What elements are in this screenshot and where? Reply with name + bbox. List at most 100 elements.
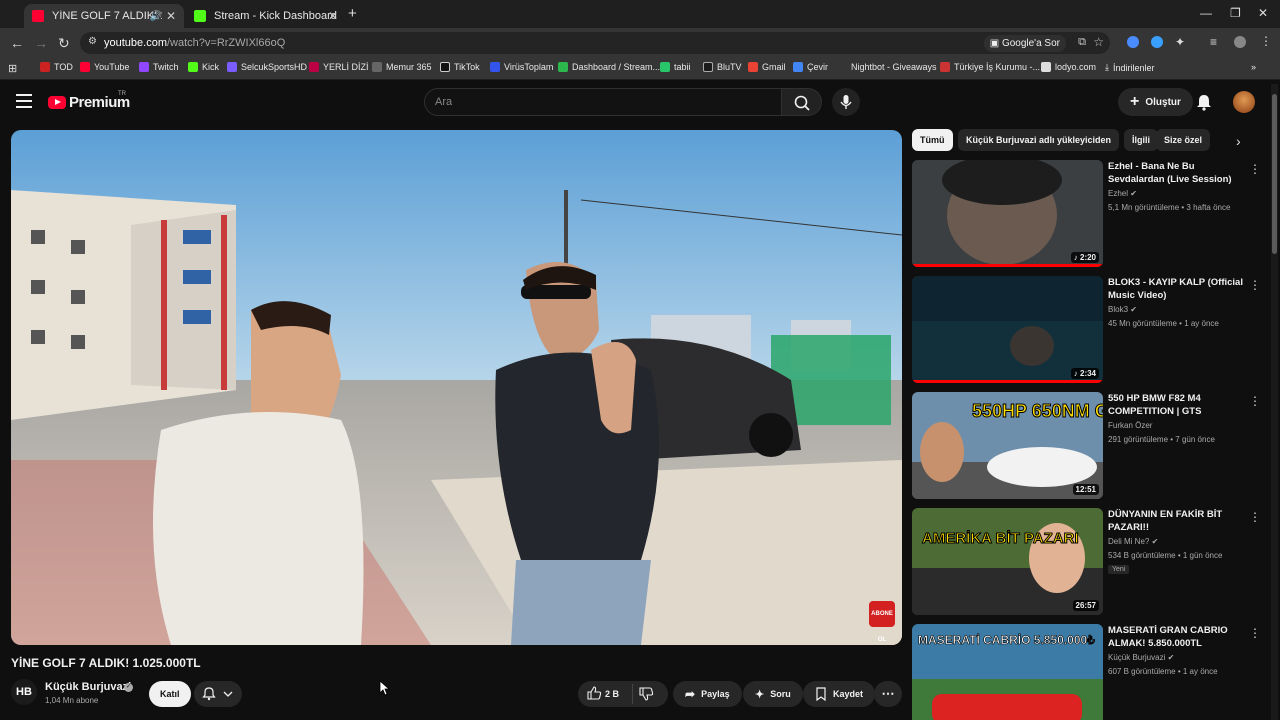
video-title[interactable]: DÜNYANIN EN FAKİR BİT PAZARI!!: [1108, 508, 1244, 534]
bookmark-item[interactable]: BluTV: [703, 62, 742, 72]
extensions-puzzle-icon[interactable]: ✦: [1175, 35, 1185, 49]
video-title[interactable]: Ezhel - Bana Ne Bu Sevdalardan (Live Ses…: [1108, 160, 1244, 186]
bookmark-item[interactable]: Çevir: [793, 62, 828, 72]
more-options-icon[interactable]: ⋮: [1249, 510, 1261, 524]
bookmark-item[interactable]: TikTok: [440, 62, 480, 72]
chip-for-you[interactable]: Size özel: [1156, 129, 1211, 151]
create-button[interactable]: + Oluştur: [1118, 88, 1193, 116]
video-title[interactable]: BLOK3 - KAYIP KALP (Official Music Video…: [1108, 276, 1244, 302]
search-input[interactable]: Ara: [424, 88, 782, 116]
bookmark-star-icon[interactable]: ☆: [1093, 35, 1104, 49]
bookmark-item[interactable]: TOD: [40, 62, 73, 72]
more-options-icon[interactable]: ⋮: [1249, 394, 1261, 408]
close-window-icon[interactable]: ✕: [1258, 6, 1268, 20]
save-button[interactable]: Kaydet: [803, 681, 876, 707]
minimize-icon[interactable]: —: [1200, 6, 1212, 20]
channel-name[interactable]: Ezhel ✔: [1108, 189, 1137, 198]
notifications-bell-icon[interactable]: [1194, 92, 1214, 112]
google-ask-button[interactable]: ▣ Google'a Sor: [983, 35, 1066, 52]
menu-icon[interactable]: [16, 94, 32, 112]
browser-tab-youtube[interactable]: YİNE GOLF 7 ALDIK! 1.025.0... 🔊 ✕: [24, 4, 184, 28]
extension-icon[interactable]: [1151, 36, 1163, 48]
apps-grid-icon[interactable]: ⊞: [8, 62, 17, 75]
chip-all[interactable]: Tümü: [912, 129, 953, 151]
subscribe-watermark[interactable]: ABONE OL: [869, 601, 895, 643]
scrollbar-thumb[interactable]: [1272, 94, 1277, 254]
speaker-icon[interactable]: 🔊: [150, 11, 162, 22]
more-options-icon[interactable]: ⋮: [1249, 278, 1261, 292]
video-player[interactable]: ABONE OL: [11, 130, 902, 645]
bookmark-item[interactable]: ⤓ İndirilenler: [1105, 62, 1155, 73]
recommendation-item[interactable]: AMERİKA BİT PAZARI 26:57 DÜNYANIN EN FAK…: [912, 508, 1267, 618]
more-bookmarks-icon[interactable]: »: [1251, 62, 1256, 72]
profile-icon[interactable]: [1234, 36, 1246, 48]
page-scrollbar[interactable]: [1271, 84, 1278, 720]
media-control-icon[interactable]: ≡: [1210, 35, 1217, 49]
ask-button[interactable]: ✦ Soru: [743, 681, 803, 707]
video-thumbnail[interactable]: 550HP 650NM GTS YAZILIMLI 12:51: [912, 392, 1103, 499]
bookmark-item[interactable]: Memur 365: [372, 62, 432, 72]
bookmark-item[interactable]: YouTube: [80, 62, 129, 72]
video-thumbnail[interactable]: MASERATİ CABRİO 5.850.000₺: [912, 624, 1103, 720]
channel-name[interactable]: Deli Mi Ne? ✔: [1108, 537, 1158, 546]
recommendation-item[interactable]: MASERATİ CABRİO 5.850.000₺ MASERATİ GRAN…: [912, 624, 1267, 720]
close-icon[interactable]: ✕: [166, 9, 176, 23]
video-title[interactable]: MASERATİ GRAN CABRIO ALMAK! 5.850.000TL: [1108, 624, 1244, 650]
subscription-bell-button[interactable]: [194, 681, 242, 707]
chip-related[interactable]: İlgili: [1124, 129, 1158, 151]
channel-name[interactable]: Küçük Burjuvazi ✔: [1108, 653, 1174, 662]
menu-dots-icon[interactable]: ⋮: [1260, 34, 1272, 48]
video-title[interactable]: 550 HP BMW F82 M4 COMPETITION | GTS YAZI…: [1108, 392, 1244, 418]
more-options-icon[interactable]: ⋮: [1249, 626, 1261, 640]
back-icon[interactable]: ←: [10, 35, 24, 51]
video-thumbnail[interactable]: ♪ 2:20: [912, 160, 1103, 267]
channel-name[interactable]: Blok3 ✔: [1108, 305, 1137, 314]
extension-icon[interactable]: [1127, 36, 1139, 48]
restore-icon[interactable]: ❐: [1230, 6, 1241, 20]
recommendation-item[interactable]: 550HP 650NM GTS YAZILIMLI 12:51 550 HP B…: [912, 392, 1267, 502]
video-thumbnail[interactable]: ♪ 2:34: [912, 276, 1103, 383]
search-icon: [794, 95, 810, 111]
bookmark-item[interactable]: lodyo.com: [1041, 62, 1096, 72]
bookmark-item[interactable]: SelcukSportsHD: [227, 62, 307, 72]
bookmark-item[interactable]: Twitch: [139, 62, 179, 72]
chip-from-uploader[interactable]: Küçük Burjuvazi adlı yükleyiciden: [958, 129, 1120, 151]
more-actions-button[interactable]: ⋯: [874, 681, 902, 707]
voice-search-button[interactable]: [832, 88, 860, 116]
more-options-icon[interactable]: ⋮: [1249, 162, 1261, 176]
join-button[interactable]: Katıl: [149, 681, 191, 707]
reload-icon[interactable]: ↻: [58, 35, 70, 52]
video-meta: 45 Mn görüntüleme • 1 ay önce: [1108, 319, 1219, 328]
video-thumbnail[interactable]: AMERİKA BİT PAZARI 26:57: [912, 508, 1103, 615]
install-app-icon[interactable]: ⧉: [1078, 36, 1086, 49]
bookmark-item[interactable]: Dashboard / Stream...: [558, 62, 660, 72]
site-info-icon[interactable]: ⚙: [88, 36, 97, 47]
youtube-premium-logo[interactable]: Premium TR: [48, 91, 130, 111]
thumbnail-image: [912, 276, 1103, 383]
channel-name[interactable]: Furkan Özer: [1108, 421, 1152, 430]
share-button[interactable]: ➦ Paylaş: [673, 681, 742, 707]
channel-avatar[interactable]: HB: [11, 679, 37, 705]
bookmark-item[interactable]: VirüsToplam: [490, 62, 553, 72]
bookmark-item[interactable]: YERLİ DİZİ: [309, 62, 369, 72]
dislike-button[interactable]: [638, 686, 654, 704]
like-button[interactable]: [586, 685, 602, 703]
bookmark-item[interactable]: Nightbot - Giveaways: [851, 62, 937, 72]
search-button[interactable]: [782, 88, 822, 116]
address-bar[interactable]: ⚙ youtube.com/watch?v=RrZWIXl66oQ ▣ Goog…: [80, 32, 1110, 54]
recommendation-item[interactable]: ♪ 2:34 BLOK3 - KAYIP KALP (Official Musi…: [912, 276, 1267, 386]
bookmark-item[interactable]: Gmail: [748, 62, 786, 72]
bookmark-label: SelcukSportsHD: [241, 62, 308, 72]
chevron-right-icon[interactable]: ›: [1236, 133, 1241, 149]
browser-tab-kick[interactable]: Stream - Kick Dashboard ✕: [186, 4, 346, 28]
account-avatar[interactable]: [1233, 91, 1255, 113]
bookmark-item[interactable]: Kick: [188, 62, 219, 72]
bookmark-item[interactable]: tabii: [660, 62, 691, 72]
forward-icon[interactable]: →: [34, 35, 48, 51]
bookmark-item[interactable]: Türkiye İş Kurumu -...: [940, 62, 1040, 72]
channel-name[interactable]: Küçük Burjuvazi: [45, 681, 131, 693]
new-tab-icon[interactable]: +: [348, 5, 357, 22]
close-icon[interactable]: ✕: [328, 9, 338, 23]
recommendation-item[interactable]: ♪ 2:20 Ezhel - Bana Ne Bu Sevdalardan (L…: [912, 160, 1267, 270]
ask-label: Soru: [770, 689, 791, 699]
